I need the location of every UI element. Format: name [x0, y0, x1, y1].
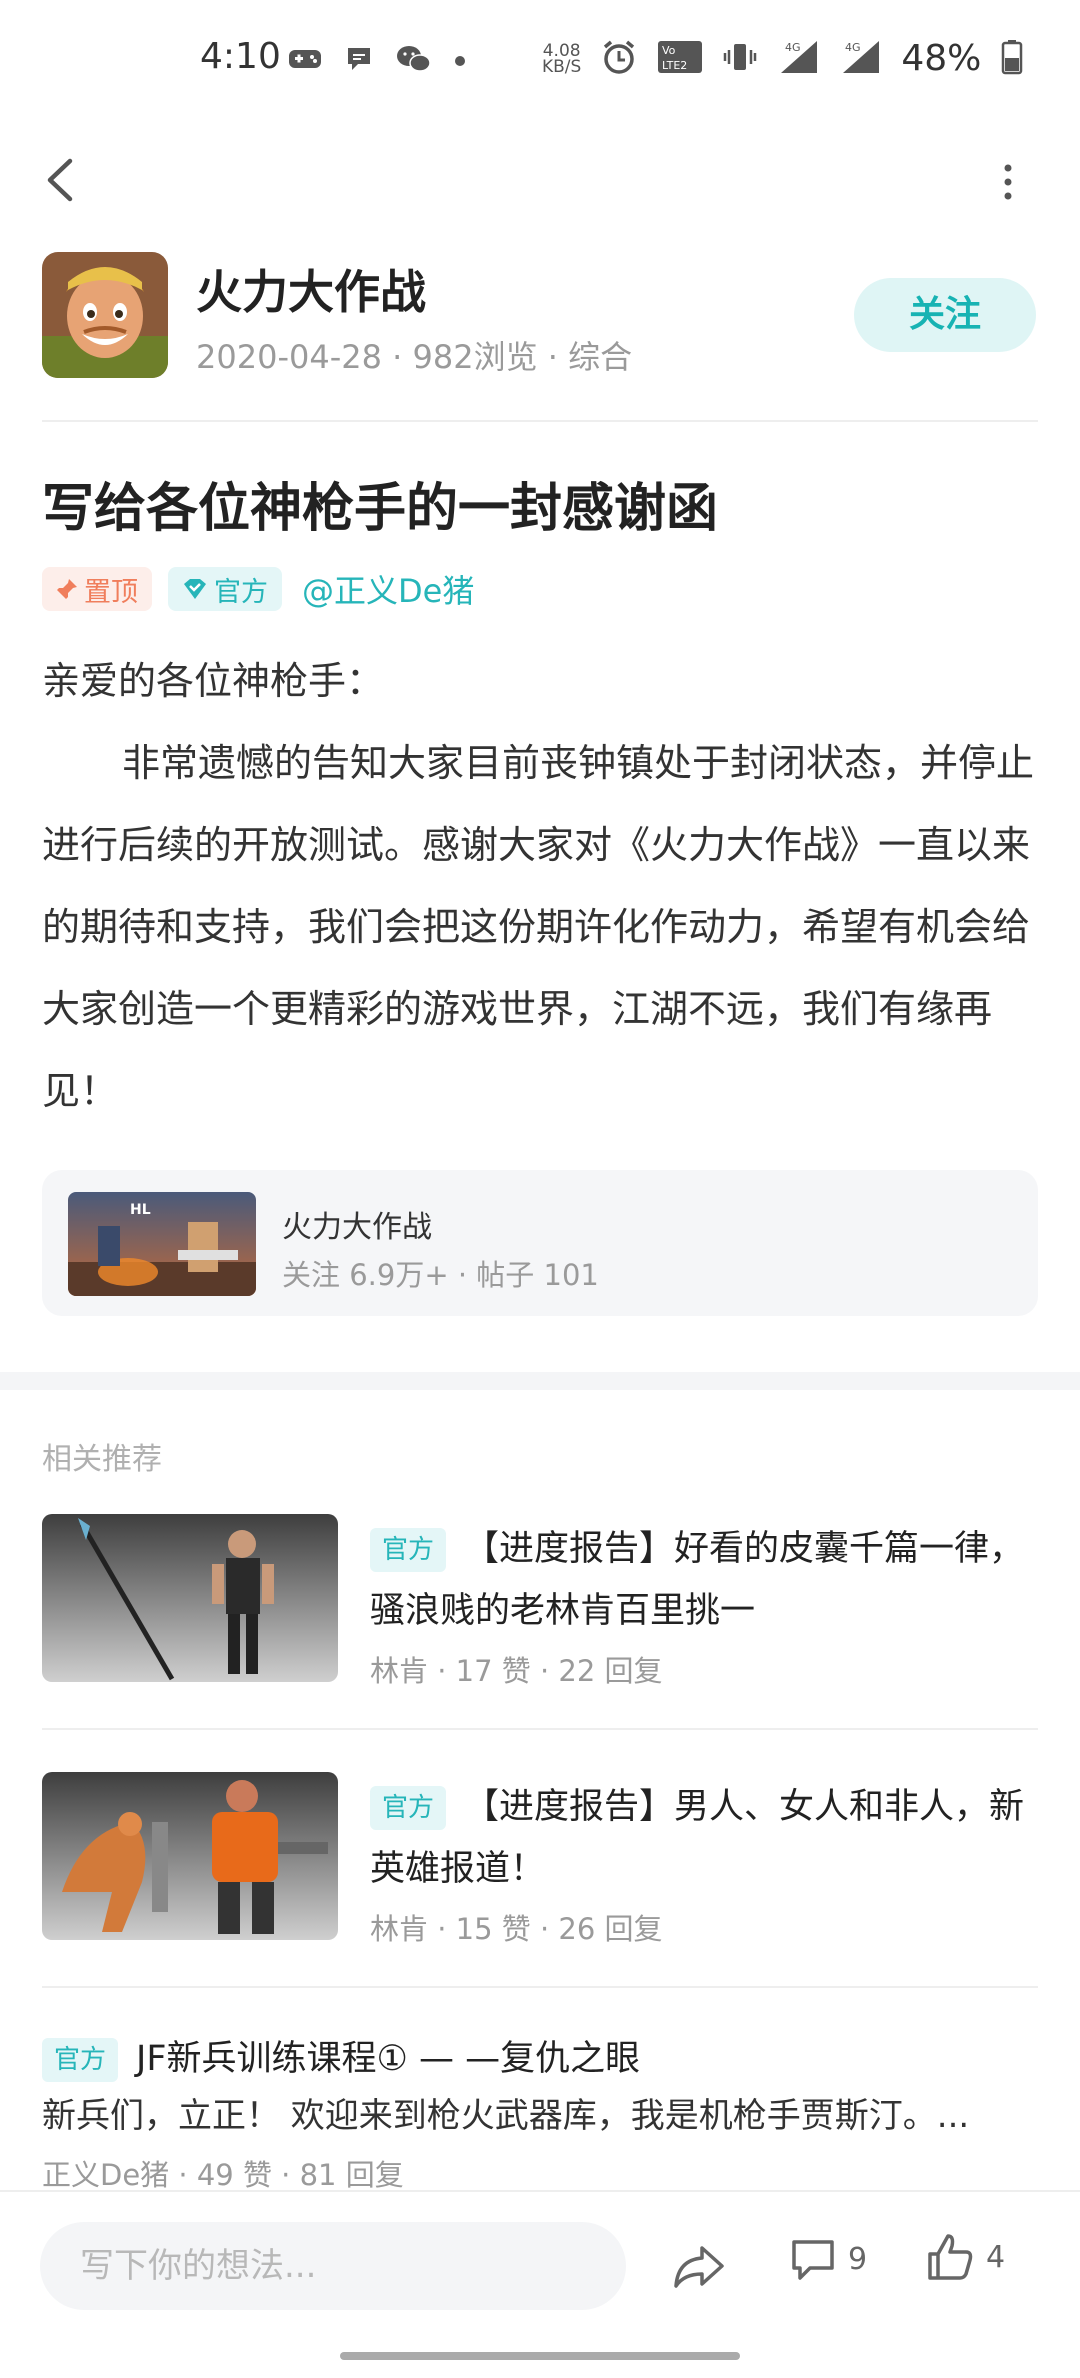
related-item-title: 【进度报告】好看的皮囊千篇一律，骚浪贱的老林肯百里挑一	[370, 1529, 1025, 1631]
related-item-thumbnail	[42, 1772, 338, 1940]
thumbs-up-icon	[928, 2234, 973, 2280]
svg-text:HL: HL	[130, 1202, 151, 1218]
post-meta: 2020-04-28 · 982浏览 · 综合	[196, 332, 632, 378]
gamepad-icon	[288, 48, 322, 74]
home-indicator[interactable]	[340, 2352, 740, 2360]
related-item-excerpt: 新兵们，立正！ 欢迎来到枪火武器库，我是机枪手贾斯汀。...	[42, 2096, 970, 2136]
share-button[interactable]	[670, 2238, 726, 2294]
battery-percent: 48%	[901, 38, 982, 79]
official-badge: 官方	[42, 2038, 119, 2082]
official-tag: 官方	[168, 567, 282, 611]
wechat-icon	[396, 44, 432, 78]
message-icon	[344, 44, 374, 78]
official-verified-icon	[184, 579, 206, 599]
post-author-row: 火力大作战 2020-04-28 · 982浏览 · 综合 关注	[42, 252, 1042, 382]
pinned-tag-label: 置顶	[84, 576, 138, 608]
status-time: 4:10	[200, 36, 281, 77]
author-avatar[interactable]	[42, 252, 168, 378]
related-item-title-block[interactable]: 官方 JF新兵训练课程① — —复仇之眼	[42, 2030, 640, 2082]
related-item-meta: 林肯 · 15 赞 · 26 回复	[370, 1912, 663, 1946]
back-button[interactable]	[40, 155, 80, 205]
related-header: 相关推荐	[42, 1442, 162, 1477]
pin-icon	[57, 579, 77, 599]
svg-text:LTE2: LTE2	[662, 59, 687, 72]
related-item-meta: 林肯 · 17 赞 · 22 回复	[370, 1654, 663, 1688]
meta-separator: ·	[547, 338, 569, 376]
related-item-thumbnail	[42, 1514, 338, 1682]
system-icons: 4.08 KB/S Vo LTE2 4G 4G 48%	[542, 38, 1023, 79]
meta-separator: ·	[392, 338, 413, 376]
related-item-title: JF新兵训练课程① — —复仇之眼	[136, 2039, 641, 2079]
more-options-button[interactable]	[996, 160, 1020, 204]
related-item[interactable]: 官方 【进度报告】男人、女人和非人，新英雄报道！ 林肯 · 15 赞 · 26 回…	[42, 1772, 1038, 1946]
comment-count: 9	[848, 2241, 868, 2277]
dot-icon	[454, 52, 466, 71]
top-nav-bar	[0, 140, 1080, 220]
divider	[42, 420, 1038, 422]
like-button[interactable]: 4	[926, 2232, 1005, 2282]
comment-button[interactable]: 9	[790, 2236, 867, 2282]
bottom-action-bar: 写下你的想法... 9 4	[0, 2190, 1080, 2378]
like-count: 4	[986, 2239, 1006, 2275]
mention-link[interactable]: @正义De猪	[298, 566, 474, 612]
chevron-left-icon	[47, 158, 73, 202]
share-icon	[674, 2246, 724, 2288]
post-views: 982浏览	[412, 338, 538, 376]
post-date: 2020-04-28	[196, 338, 382, 376]
network-speed: 4.08 KB/S	[542, 42, 582, 77]
signal-icon-2: 4G	[841, 39, 881, 79]
related-item-title-block: 官方 【进度报告】男人、女人和非人，新英雄报道！	[370, 1776, 1038, 1900]
related-item-title-block: 官方 【进度报告】好看的皮囊千篇一律，骚浪贱的老林肯百里挑一	[370, 1518, 1038, 1642]
notification-icons	[288, 44, 466, 78]
official-badge: 官方	[370, 1528, 447, 1572]
related-item-title: 【进度报告】男人、女人和非人，新英雄报道！	[370, 1787, 1025, 1889]
vibrate-icon	[723, 40, 757, 78]
post-title: 写给各位神枪手的一封感谢函	[42, 479, 719, 539]
comment-input[interactable]: 写下你的想法...	[40, 2222, 626, 2310]
follow-button[interactable]: 关注	[854, 278, 1036, 352]
signal-network-label-2: 4G	[845, 41, 861, 54]
official-badge: 官方	[370, 1786, 447, 1830]
pinned-tag: 置顶	[42, 567, 152, 611]
game-card[interactable]: HL 火力大作战 关注 6.9万+ · 帖子 101	[42, 1170, 1038, 1316]
official-tag-label: 官方	[214, 576, 268, 608]
post-paragraph: 非常遗憾的告知大家目前丧钟镇处于封闭状态，并停止进行后续的开放测试。感谢大家对《…	[42, 741, 1035, 1113]
battery-icon	[1001, 39, 1023, 79]
game-stats: 关注 6.9万+ · 帖子 101	[282, 1258, 599, 1292]
game-thumbnail: HL	[68, 1192, 256, 1296]
signal-network-label-1: 4G	[785, 41, 801, 54]
section-divider	[0, 1372, 1080, 1390]
more-vertical-icon	[1004, 164, 1012, 200]
svg-text:Vo: Vo	[662, 44, 676, 57]
post-body: 亲爱的各位神枪手： 非常遗憾的告知大家目前丧钟镇处于封闭状态，并停止进行后续的开…	[42, 640, 1042, 1132]
divider	[42, 1728, 1038, 1730]
related-item-meta: 正义De猪 · 49 赞 · 81 回复	[42, 2158, 404, 2192]
alarm-icon	[601, 39, 637, 79]
game-name: 火力大作战	[282, 1210, 432, 1245]
status-bar: 4:10 4.08 KB/S Vo LTE2 4G 4G 48%	[0, 0, 1080, 125]
author-name[interactable]: 火力大作战	[196, 256, 426, 322]
comment-icon	[792, 2240, 834, 2280]
network-speed-unit: KB/S	[542, 56, 582, 77]
volte-icon: Vo LTE2	[657, 40, 703, 78]
post-category: 综合	[568, 338, 633, 376]
signal-icon: 4G	[777, 39, 821, 79]
post-greeting: 亲爱的各位神枪手：	[42, 659, 385, 703]
related-item[interactable]: 官方 【进度报告】好看的皮囊千篇一律，骚浪贱的老林肯百里挑一 林肯 · 17 赞 …	[42, 1514, 1038, 1688]
post-tags: 置顶 官方 @正义De猪	[42, 566, 474, 612]
divider	[42, 1986, 1038, 1988]
